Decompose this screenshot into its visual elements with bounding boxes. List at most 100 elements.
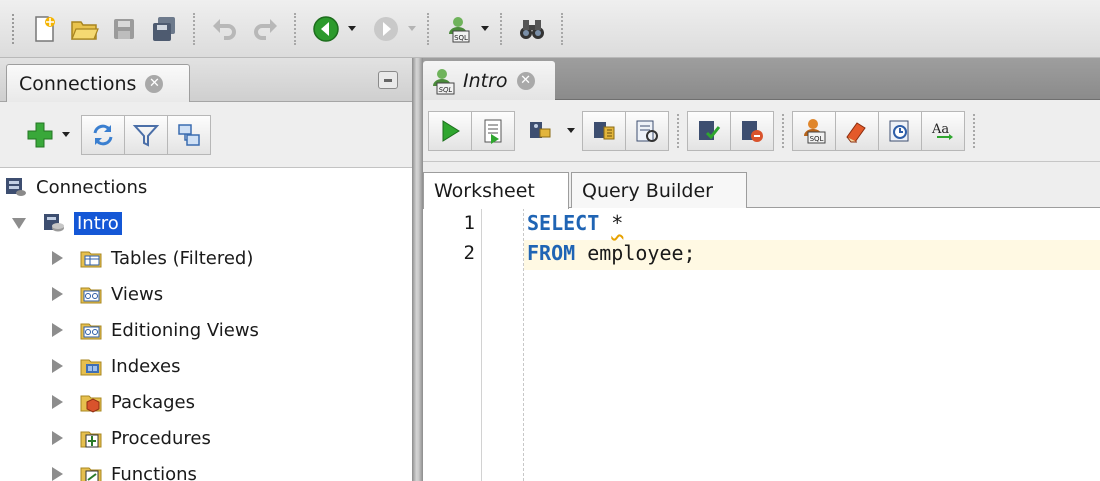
table-folder-icon xyxy=(80,251,102,268)
eraser-icon xyxy=(846,121,866,143)
add-connection-dropdown[interactable] xyxy=(60,115,72,155)
svg-text:SQL: SQL xyxy=(454,34,468,42)
forward-button[interactable] xyxy=(366,9,406,49)
worksheet-subtabs: Worksheet Query Builder xyxy=(423,162,1100,209)
expand-arrow-icon[interactable] xyxy=(52,395,63,409)
commit-icon xyxy=(699,120,721,140)
back-button[interactable] xyxy=(306,9,346,49)
expand-arrow-icon[interactable] xyxy=(52,323,63,337)
expand-arrow-icon[interactable] xyxy=(52,431,63,445)
sql-keyword: SELECT xyxy=(527,211,600,235)
expand-arrow-icon[interactable] xyxy=(52,251,63,265)
sql-history-icon xyxy=(889,120,909,141)
autotrace-button[interactable] xyxy=(521,111,559,151)
packages-folder-icon xyxy=(80,395,102,413)
autotrace-dropdown[interactable] xyxy=(565,111,577,151)
minimize-button[interactable] xyxy=(378,71,398,89)
refresh-icon xyxy=(93,124,113,145)
sql-tuning-button[interactable] xyxy=(625,110,669,151)
editioning-views-folder-icon xyxy=(80,323,102,340)
sql-worksheet-button[interactable]: SQL xyxy=(439,9,479,49)
explain-plan-button[interactable] xyxy=(582,110,626,151)
connections-toolbar xyxy=(0,102,412,168)
connections-tab[interactable]: Connections ✕ xyxy=(6,64,190,102)
tree-connection-label: Intro xyxy=(74,211,122,235)
tab-query-builder[interactable]: Query Builder xyxy=(571,172,747,208)
tree-item-views[interactable]: Views xyxy=(52,277,163,311)
clear-button[interactable] xyxy=(835,110,879,151)
line-number: 2 xyxy=(463,242,475,264)
worksheet-toolbar: SQL Aa xyxy=(423,100,1100,162)
open-button[interactable] xyxy=(64,9,104,49)
connections-panel: Connections ✕ Connections Intro Tables (… xyxy=(0,58,412,481)
open-folder-icon xyxy=(71,20,99,40)
svg-text:Aa: Aa xyxy=(931,122,949,137)
expand-arrow-icon[interactable] xyxy=(52,287,63,301)
add-connection-button[interactable] xyxy=(20,116,60,154)
tree-item-tables[interactable]: Tables (Filtered) xyxy=(52,241,253,275)
case-toggle-icon: Aa xyxy=(931,122,953,140)
to-upper-lower-button[interactable]: Aa xyxy=(921,110,965,151)
collapse-arrow-icon[interactable] xyxy=(12,217,26,229)
main-toolbar: SQL xyxy=(0,0,1100,58)
find-button[interactable] xyxy=(512,9,552,49)
forward-dropdown[interactable] xyxy=(406,9,418,49)
line-number: 1 xyxy=(463,212,475,234)
connections-tree: Connections Intro Tables (Filtered) View… xyxy=(0,170,412,481)
tab-worksheet[interactable]: Worksheet xyxy=(423,172,569,209)
schema-browser-button[interactable] xyxy=(167,114,211,155)
toolbar-separator xyxy=(561,12,564,45)
tree-item-functions[interactable]: Functions xyxy=(52,457,197,481)
new-button[interactable] xyxy=(24,9,64,49)
indexes-folder-icon xyxy=(80,359,102,376)
tree-item-indexes[interactable]: Indexes xyxy=(52,349,180,383)
sql-history-button[interactable] xyxy=(878,110,922,151)
unshared-sql-worksheet-button[interactable]: SQL xyxy=(792,110,836,151)
intro-worksheet-tab[interactable]: SQL Intro ✕ xyxy=(423,61,555,100)
redo-button[interactable] xyxy=(245,9,285,49)
expand-arrow-icon[interactable] xyxy=(52,359,63,373)
redo-icon xyxy=(254,18,277,40)
toolbar-separator xyxy=(193,12,196,45)
binoculars-icon xyxy=(520,19,544,39)
code-line[interactable]: SELECT * xyxy=(527,211,623,235)
tree-item-packages[interactable]: Packages xyxy=(52,385,195,419)
expand-arrow-icon[interactable] xyxy=(52,467,63,481)
rollback-button[interactable] xyxy=(730,110,774,151)
worksheet-panel: SQL Intro ✕ SQL Aa Worksheet Query Build… xyxy=(423,58,1100,481)
toolbar-grip[interactable] xyxy=(12,13,16,44)
views-folder-icon xyxy=(80,287,102,304)
tree-connection-intro[interactable]: Intro xyxy=(12,206,122,240)
tree-item-procedures[interactable]: Procedures xyxy=(52,421,211,455)
refresh-button[interactable] xyxy=(81,114,125,155)
toolbar-separator xyxy=(677,113,680,148)
back-dropdown[interactable] xyxy=(346,9,358,49)
run-script-button[interactable] xyxy=(471,110,515,151)
run-statement-button[interactable] xyxy=(428,110,472,151)
connections-tabbar: Connections ✕ xyxy=(0,58,412,102)
sql-editor[interactable]: 1 2 SELECT * FROM employee; xyxy=(423,208,1100,481)
commit-button[interactable] xyxy=(687,110,731,151)
functions-folder-icon xyxy=(80,467,102,481)
rollback-icon xyxy=(742,120,763,142)
filter-button[interactable] xyxy=(124,114,168,155)
sql-worksheet-dropdown[interactable] xyxy=(479,9,491,49)
tree-item-label: Procedures xyxy=(111,427,211,449)
back-icon xyxy=(313,15,339,42)
undo-button[interactable] xyxy=(205,9,245,49)
save-all-button[interactable] xyxy=(144,9,184,49)
toolbar-separator xyxy=(500,12,503,45)
code-line[interactable]: FROM employee; xyxy=(527,241,696,265)
save-all-icon xyxy=(153,16,175,41)
close-icon[interactable]: ✕ xyxy=(516,71,535,90)
autotrace-icon xyxy=(530,121,551,138)
toolbar-separator xyxy=(782,113,785,148)
close-icon[interactable]: ✕ xyxy=(145,74,164,93)
filter-icon xyxy=(132,124,160,147)
panel-splitter[interactable] xyxy=(412,58,423,481)
tree-item-editioning-views[interactable]: Editioning Views xyxy=(52,313,259,347)
tree-root-connections[interactable]: Connections xyxy=(4,170,147,204)
tree-item-label: Packages xyxy=(111,391,195,413)
run-icon xyxy=(442,119,460,142)
save-button[interactable] xyxy=(104,9,144,49)
